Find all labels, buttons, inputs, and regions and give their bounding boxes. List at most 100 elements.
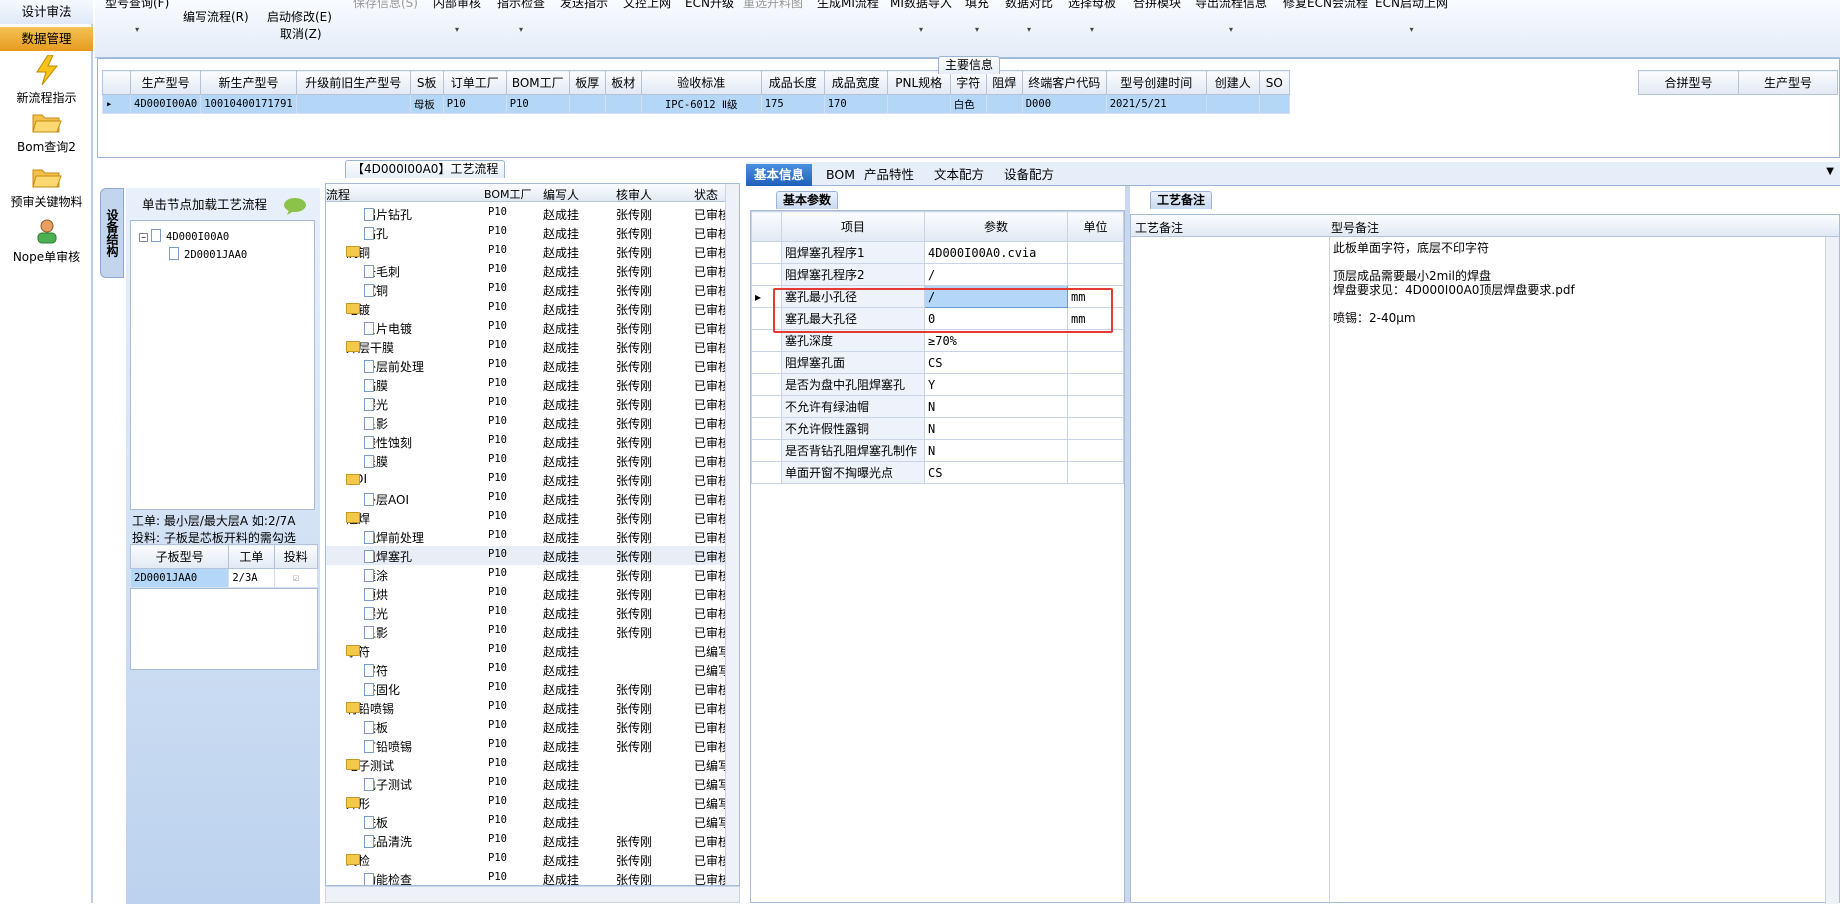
cell[interactable]	[295, 94, 411, 114]
cell[interactable]	[1258, 94, 1290, 114]
tb-ecn-start[interactable]: ECN启动上网 ▾	[1375, 0, 1448, 34]
flow-row[interactable]: −终检P10赵成挂张传刚已审核	[326, 850, 730, 869]
cell[interactable]: 2D0001JAA0	[129, 568, 230, 588]
tb-save[interactable]: 保存信息(S)	[353, 0, 418, 11]
cell[interactable]: D000	[1021, 94, 1107, 114]
col-header[interactable]: PNL规格	[886, 70, 951, 95]
tb-doc-online[interactable]: 文控上网	[623, 0, 671, 11]
flow-row[interactable]: 酸性蚀刻 P10 赵成挂 张传刚 已审核	[326, 432, 730, 451]
flow-scrollbar[interactable]	[725, 184, 739, 885]
cell[interactable]: 白色	[949, 94, 987, 114]
flow-row[interactable]: −阻焊P10赵成挂张传刚已审核	[326, 508, 730, 527]
cell[interactable]: 4D000I00A0	[129, 94, 202, 114]
tb-export-flow[interactable]: 导出流程信息 ▾	[1195, 0, 1267, 34]
nav-bom-query[interactable]: Bom查询2	[0, 110, 93, 155]
equipment-structure-tab[interactable]: 设备结构	[100, 188, 124, 278]
cell[interactable]	[985, 94, 1023, 114]
tb-mi-import[interactable]: MI数据导入 ▾	[890, 0, 952, 34]
col-header[interactable]: 验收标准	[640, 70, 762, 95]
tab-product-features[interactable]: 产品特性	[856, 164, 922, 186]
param-value[interactable]: /	[924, 263, 1068, 286]
tb-reselect-cutting[interactable]: 重选开料图	[743, 0, 803, 11]
flow-row[interactable]: −AOIP10赵成挂张传刚已审核	[326, 470, 730, 489]
flow-row[interactable]: 终固化 P10 赵成挂 张传刚 已审核	[326, 679, 730, 698]
cell[interactable]	[604, 94, 642, 114]
tb-ecn-upgrade[interactable]: ECN升级	[685, 0, 734, 11]
flow-row[interactable]: 钻孔 P10 赵成挂 张传刚 已审核	[326, 223, 730, 242]
col-header[interactable]: 项目	[781, 211, 925, 242]
param-row[interactable]: 不允许假性露铜 N	[751, 417, 1124, 440]
param-row[interactable]: 不允许有绿油帽 N	[751, 395, 1124, 418]
tb-start-edit[interactable]: 启动修改(E)	[267, 8, 332, 25]
nav-tab-data-management[interactable]: 数据管理	[0, 27, 93, 51]
flow-row[interactable]: 功能检查 P10 赵成挂 张传刚 已审核	[326, 869, 730, 885]
tree-node[interactable]: − 4D000I00A0	[139, 229, 229, 243]
param-row[interactable]: 阻焊塞孔面 CS	[751, 351, 1124, 374]
notes-title[interactable]: 工艺备注	[1150, 191, 1213, 209]
col-header[interactable]: 成品长度	[760, 70, 825, 95]
notes-scrollbar[interactable]	[1825, 237, 1839, 904]
tb-fix-ecn[interactable]: 修复ECN会流程	[1283, 0, 1368, 11]
col-header[interactable]: 工艺备注	[1135, 219, 1183, 236]
flow-row[interactable]: −外层干膜P10赵成挂张传刚已审核	[326, 337, 730, 356]
tb-select-mother[interactable]: 选择母板 ▾	[1068, 0, 1116, 34]
tab-equipment-recipe[interactable]: 设备配方	[996, 164, 1062, 186]
table-row[interactable]: ▸ 4D000I00A0 10010400171791 母板 P10 P10 I…	[102, 94, 1290, 114]
param-row[interactable]: 阻焊塞孔程序2/	[751, 263, 1124, 286]
flow-row[interactable]: 负片电镀 P10 赵成挂 张传刚 已审核	[326, 318, 730, 337]
flow-row[interactable]: −有铅喷锡P10赵成挂张传刚已审核	[326, 698, 730, 717]
tb-write-flow[interactable]: 编写流程(R)	[183, 8, 249, 25]
table-row[interactable]: 2D0001JAA0 2/3A ☑	[129, 568, 319, 588]
flow-row[interactable]: 铣板 P10 赵成挂 已编写	[326, 812, 730, 831]
col-header[interactable]: 工单	[228, 544, 275, 569]
flow-row[interactable]: 退膜 P10 赵成挂 张传刚 已审核	[326, 451, 730, 470]
col-header[interactable]: 板厚	[568, 70, 606, 95]
feed-checkbox[interactable]: ☑	[273, 568, 319, 588]
flow-row[interactable]: 曝光 P10 赵成挂 张传刚 已审核	[326, 394, 730, 413]
tb-data-compare[interactable]: 数据对比 ▾	[1005, 0, 1053, 34]
flow-row[interactable]: 沉铜 P10 赵成挂 张传刚 已审核	[326, 280, 730, 299]
param-value[interactable]: CS	[924, 461, 1068, 484]
flow-row[interactable]: 阻焊塞孔 P10 赵成挂 张传刚 已审核	[326, 546, 730, 565]
flow-row[interactable]: −字符P10赵成挂已编写	[326, 641, 730, 660]
flow-row[interactable]: 曝光 P10 赵成挂 张传刚 已审核	[326, 603, 730, 622]
flow-row[interactable]: 去毛刺 P10 赵成挂 张传刚 已审核	[326, 261, 730, 280]
flow-row[interactable]: 烘板 P10 赵成挂 张传刚 已审核	[326, 717, 730, 736]
cell[interactable]	[568, 94, 606, 114]
flow-row[interactable]: 显影 P10 赵成挂 张传刚 已审核	[326, 622, 730, 641]
col-header[interactable]: 阻焊	[985, 70, 1023, 95]
flow-hscrollbar[interactable]	[325, 886, 740, 903]
cell[interactable]: 175	[760, 94, 825, 114]
flow-row[interactable]: 字符 P10 赵成挂 已编写	[326, 660, 730, 679]
cell[interactable]: 母板	[409, 94, 444, 114]
flow-row[interactable]: 外层前处理 P10 赵成挂 张传刚 已审核	[326, 356, 730, 375]
tb-cancel[interactable]: 取消(Z)	[280, 25, 322, 42]
col-header[interactable]: BOM工厂	[484, 186, 532, 202]
flow-row[interactable]: 阻焊前处理 P10 赵成挂 张传刚 已审核	[326, 527, 730, 546]
col-header[interactable]: SO	[1258, 70, 1290, 95]
flow-row[interactable]: −外形P10赵成挂已编写	[326, 793, 730, 812]
col-header[interactable]: 流程	[326, 186, 350, 203]
col-header[interactable]: 投料	[273, 544, 319, 569]
cell[interactable]: 2021/5/21	[1105, 94, 1207, 114]
col-header[interactable]: 订单工厂	[442, 70, 507, 95]
tab-basic-info[interactable]: 基本信息	[746, 164, 813, 186]
nav-nope-review[interactable]: Nope单审核	[0, 218, 93, 265]
col-header[interactable]: 生产型号	[1738, 70, 1838, 95]
col-header[interactable]: 创建人	[1205, 70, 1260, 95]
flow-row[interactable]: 显影 P10 赵成挂 张传刚 已审核	[326, 413, 730, 432]
col-header[interactable]: 核审人	[616, 186, 652, 203]
tb-internal-review[interactable]: 内部审核 ▾	[433, 0, 481, 34]
flow-row[interactable]: 喷涂 P10 赵成挂 张传刚 已审核	[326, 565, 730, 584]
dropdown-arrow-icon[interactable]: ▼	[1826, 166, 1834, 177]
param-value[interactable]: N	[924, 417, 1068, 440]
collapse-icon[interactable]: −	[139, 233, 148, 242]
cell[interactable]: 10010400171791	[200, 94, 297, 114]
param-row[interactable]: 单面开窗不掏曝光点 CS	[751, 461, 1124, 484]
col-header[interactable]: 型号创建时间	[1105, 70, 1207, 95]
nav-tab-design[interactable]: 设计审法	[0, 0, 93, 24]
col-header[interactable]: 参数	[924, 211, 1068, 242]
tb-fill[interactable]: 填充 ▾	[965, 0, 989, 34]
col-header[interactable]: 板材	[604, 70, 642, 95]
col-header[interactable]: 成品宽度	[823, 70, 888, 95]
